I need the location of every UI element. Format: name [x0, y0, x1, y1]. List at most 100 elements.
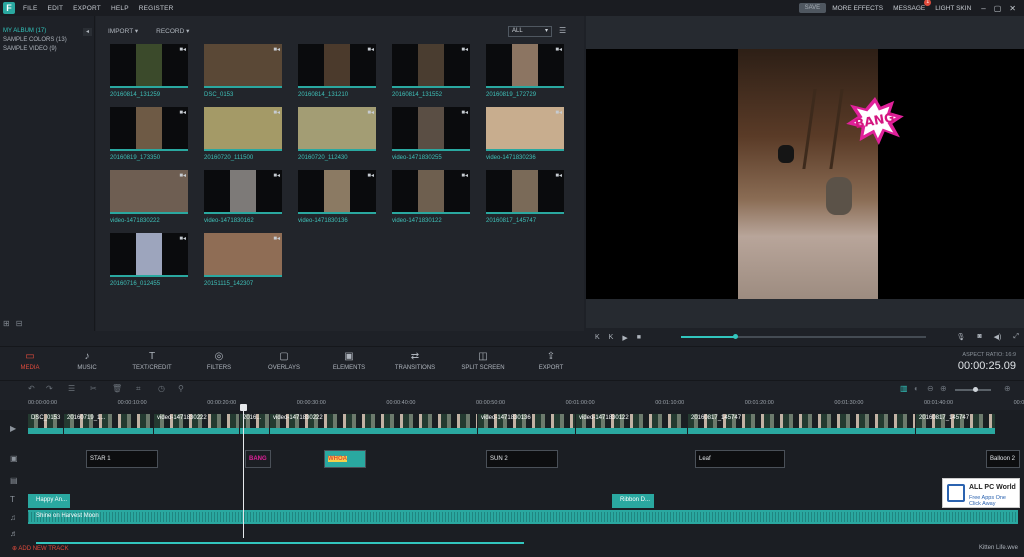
tab-filters[interactable]: ◎ FILTERS: [189, 351, 249, 371]
video-clip[interactable]: 2016...: [240, 414, 269, 434]
tab-elements[interactable]: ▣ ELEMENTS: [319, 351, 379, 371]
media-thumbnail[interactable]: ■◂: [110, 107, 188, 151]
tab-media[interactable]: ▭ MEDIA: [0, 351, 60, 371]
video-camera-icon: ■◂: [367, 47, 374, 53]
minimize-icon[interactable]: –: [981, 4, 985, 13]
audio-mixer-icon[interactable]: ▥: [900, 384, 908, 393]
remove-folder-icon[interactable]: ⊟: [16, 319, 23, 328]
crop-icon[interactable]: ⌗: [136, 384, 141, 394]
video-clip[interactable]: video-1471830222: [154, 414, 239, 434]
tab-transitions[interactable]: ⇄ TRANSITIONS: [385, 351, 445, 371]
zoom-out-icon[interactable]: ⊖: [927, 384, 934, 393]
media-thumbnail[interactable]: ■◂: [392, 170, 470, 214]
play-icon[interactable]: ▶: [622, 334, 627, 342]
filter-select[interactable]: ALL ▾: [508, 26, 552, 37]
video-clip[interactable]: 20160817_145747: [916, 414, 995, 434]
playhead-handle[interactable]: [240, 404, 247, 411]
media-thumbnail[interactable]: ■◂: [486, 44, 564, 88]
tab-export[interactable]: ⇪ EXPORT: [521, 351, 581, 371]
menu-edit[interactable]: EDIT: [48, 5, 64, 12]
playhead[interactable]: [243, 404, 244, 538]
text-clip-label: Happy An...: [36, 497, 68, 503]
bang-sticker[interactable]: BANG: [846, 97, 904, 145]
media-thumbnail[interactable]: ■◂: [298, 170, 376, 214]
list-view-icon[interactable]: ☰: [559, 26, 566, 35]
tab-split-screen[interactable]: ◫ SPLIT SCREEN: [453, 351, 513, 371]
tab-overlays[interactable]: ▢ OVERLAYS: [254, 351, 314, 371]
media-thumbnail[interactable]: ■◂: [298, 107, 376, 151]
step-back-icon[interactable]: K: [595, 334, 600, 341]
text-clip[interactable]: Ribbon D...: [612, 494, 654, 508]
light-skin-link[interactable]: LIGHT SKIN: [935, 5, 971, 12]
zoom-slider[interactable]: [955, 387, 991, 392]
cut-icon[interactable]: ✂: [90, 384, 97, 393]
pip-clip[interactable]: Leaf: [695, 450, 785, 468]
media-thumbnail[interactable]: ■◂: [110, 44, 188, 88]
video-clip[interactable]: 20160817_145747: [688, 414, 915, 434]
video-clip[interactable]: 20160719_1...: [64, 414, 153, 434]
menu-help[interactable]: HELP: [111, 5, 129, 12]
stop-icon[interactable]: ■: [637, 334, 641, 341]
menu-file[interactable]: FILE: [23, 5, 38, 12]
menu-export[interactable]: EXPORT: [73, 5, 101, 12]
media-thumbnail[interactable]: ■◂: [110, 170, 188, 214]
export-icon: ⇪: [546, 351, 556, 362]
message-link[interactable]: MESSAGE 1: [893, 0, 932, 12]
zoom-in-icon[interactable]: ⊕: [940, 384, 947, 393]
close-icon[interactable]: ✕: [1009, 4, 1016, 13]
media-thumbnail[interactable]: ■◂: [486, 170, 564, 214]
speed-icon[interactable]: ◷: [158, 384, 165, 393]
media-thumbnail[interactable]: ■◂: [204, 170, 282, 214]
import-dropdown[interactable]: IMPORT ▾: [108, 27, 138, 35]
redo-icon[interactable]: ↷: [46, 384, 53, 393]
record-dropdown[interactable]: RECORD ▾: [156, 27, 189, 35]
volume-icon[interactable]: ◀): [994, 333, 1002, 341]
pip-clip[interactable]: SUN 2: [486, 450, 558, 468]
add-track-button[interactable]: ⊕ ADD NEW TRACK: [12, 545, 69, 552]
fullscreen-icon[interactable]: ⤢: [1013, 333, 1019, 341]
more-effects-link[interactable]: MORE EFFECTS: [832, 5, 883, 12]
audio-clip[interactable]: Shine on Harvest Moon: [28, 510, 1018, 524]
undo-icon[interactable]: ↶: [28, 384, 35, 393]
pip-clip[interactable]: BANG: [245, 450, 271, 468]
media-thumbnail[interactable]: ■◂: [204, 233, 282, 277]
snapshot-icon[interactable]: ◙: [977, 333, 981, 341]
mic-icon[interactable]: 🎙: [957, 333, 966, 341]
time-ruler[interactable]: 00:00:00:00 00:00:10:00 00:00:20:00 00:00:3…: [28, 398, 1024, 410]
media-thumbnail[interactable]: ■◂: [204, 107, 282, 151]
pip-clip[interactable]: STAR 1: [86, 450, 158, 468]
pip-clip[interactable]: Balloon 2: [986, 450, 1020, 468]
video-clip[interactable]: video-1471830136: [478, 414, 575, 434]
video-clip[interactable]: video-1471830222: [270, 414, 477, 434]
sidebar-item-sample-colors[interactable]: SAMPLE COLORS (13): [0, 34, 94, 43]
maximize-icon[interactable]: ▢: [994, 4, 1002, 13]
media-thumbnail[interactable]: ■◂: [298, 44, 376, 88]
detach-icon[interactable]: ⚲: [178, 384, 184, 393]
menu-register[interactable]: REGISTER: [139, 5, 174, 12]
video-clip-label: 20160817_145747: [691, 415, 742, 421]
sidebar-item-sample-video[interactable]: SAMPLE VIDEO (9): [0, 43, 94, 52]
text-clip[interactable]: Happy An...: [28, 494, 70, 508]
media-thumbnail[interactable]: ■◂: [392, 44, 470, 88]
tab-text-credit[interactable]: T TEXT/CREDIT: [122, 351, 182, 371]
video-clip[interactable]: video-1471830122: [576, 414, 687, 434]
prev-frame-icon[interactable]: K: [609, 334, 614, 341]
save-button[interactable]: SAVE: [798, 3, 827, 13]
media-thumbnail[interactable]: ■◂: [392, 107, 470, 151]
playback-scrubber[interactable]: [681, 334, 926, 339]
timeline-scrollbar[interactable]: [36, 542, 524, 544]
sidebar-item-my-album[interactable]: MY ALBUM (17): [0, 25, 94, 34]
add-folder-icon[interactable]: ⊞: [3, 319, 10, 328]
media-thumbnail[interactable]: ■◂: [110, 233, 188, 277]
pip-clip[interactable]: WHOA: [324, 450, 366, 468]
fit-zoom-icon[interactable]: ⊕: [1004, 384, 1011, 393]
delete-icon[interactable]: 🗑: [112, 384, 122, 393]
settings-icon[interactable]: ☰: [68, 384, 75, 393]
media-thumbnail[interactable]: ■◂: [204, 44, 282, 88]
tab-music[interactable]: ♪ MUSIC: [57, 351, 117, 371]
collapse-sidebar-icon[interactable]: ◂: [83, 28, 92, 36]
voiceover-icon[interactable]: ◐: [914, 384, 919, 393]
media-thumbnail[interactable]: ■◂: [486, 107, 564, 151]
video-clip[interactable]: DSC_0153: [28, 414, 63, 434]
video-camera-icon: ■◂: [367, 110, 374, 116]
